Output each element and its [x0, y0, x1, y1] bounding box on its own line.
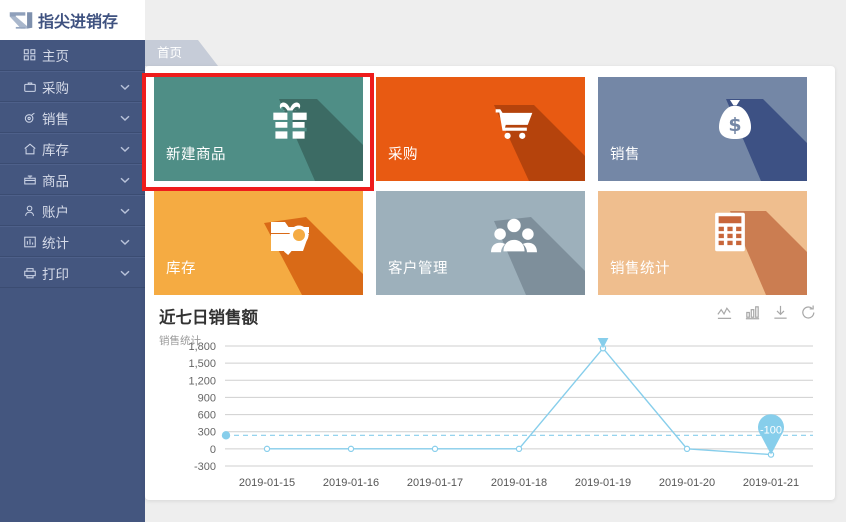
refresh-icon[interactable] [800, 304, 817, 321]
svg-text:1,200: 1,200 [188, 375, 216, 387]
tile-label: 销售 [610, 143, 640, 164]
bar-chart-icon [22, 234, 37, 249]
sidebar: 主页 采购 销售 [0, 40, 145, 522]
download-icon[interactable] [772, 304, 789, 321]
chevron-down-icon [119, 267, 131, 279]
user-icon [22, 203, 37, 218]
sidebar-item-label: 统计 [42, 232, 69, 252]
svg-text:$: $ [728, 114, 741, 136]
chevron-down-icon [119, 143, 131, 155]
sidebar-item-label: 销售 [42, 108, 69, 128]
sidebar-item-print[interactable]: 打印 [0, 257, 145, 288]
svg-text:2019-01-20: 2019-01-20 [659, 477, 715, 489]
sidebar-item-purchase[interactable]: 采购 [0, 71, 145, 102]
chevron-down-icon [119, 205, 131, 217]
svg-text:2019-01-17: 2019-01-17 [407, 477, 463, 489]
brand-header: 指尖进销存 [0, 0, 145, 40]
tile-shadow [598, 191, 807, 295]
svg-text:1,500: 1,500 [188, 358, 216, 370]
tab-home[interactable]: 首页 [145, 40, 198, 66]
tile-customer-management[interactable]: 客户管理 [376, 191, 585, 295]
tile-grid: 新建商品 采购 [154, 77, 826, 295]
sidebar-item-label: 主页 [42, 45, 69, 65]
calculator-icon [709, 207, 761, 259]
svg-text:0: 0 [210, 444, 216, 456]
svg-text:2019-01-19: 2019-01-19 [575, 477, 631, 489]
app-window: 指尖进销存 主页 采购 [0, 0, 846, 522]
chart-svg: -30003006009001,2001,5001,8001760-100201… [145, 338, 835, 500]
chevron-down-icon [119, 174, 131, 186]
printer-icon [22, 265, 37, 280]
tile-purchase[interactable]: 采购 [376, 77, 585, 181]
sales-line-chart: -30003006009001,2001,5001,8001760-100201… [145, 338, 835, 500]
tile-label: 销售统计 [610, 257, 670, 278]
tile-label: 库存 [166, 257, 196, 278]
tab-bar: 首页 [145, 40, 846, 66]
brand-name: 指尖进销存 [38, 8, 118, 32]
content-panel: 新建商品 采购 [145, 66, 835, 500]
tile-label: 新建商品 [166, 143, 226, 164]
svg-text:2019-01-18: 2019-01-18 [491, 477, 547, 489]
tile-label: 客户管理 [388, 257, 448, 278]
tile-shadow [376, 77, 585, 181]
top-strip [145, 0, 846, 40]
tile-shadow [376, 191, 585, 295]
sidebar-item-label: 库存 [42, 139, 69, 159]
sidebar-item-home[interactable]: 主页 [0, 40, 145, 71]
line-chart-icon[interactable] [716, 304, 733, 321]
tile-shadow [154, 77, 363, 181]
tile-label: 采购 [388, 143, 418, 164]
bar-chart-icon[interactable] [744, 304, 761, 321]
tile-sales[interactable]: $ 销售 [598, 77, 807, 181]
briefcase-icon [22, 79, 37, 94]
svg-text:2019-01-15: 2019-01-15 [239, 477, 295, 489]
zj-logo-icon [8, 9, 34, 31]
sidebar-item-sales[interactable]: 销售 [0, 102, 145, 133]
sidebar-item-goods[interactable]: 商品 [0, 164, 145, 195]
sidebar-item-label: 账户 [42, 201, 69, 221]
folder-search-icon [265, 213, 317, 265]
money-bag-icon: $ [711, 95, 763, 147]
home-icon [22, 141, 37, 156]
svg-text:900: 900 [198, 392, 216, 404]
svg-text:2019-01-21: 2019-01-21 [743, 477, 799, 489]
tile-sales-statistics[interactable]: 销售统计 [598, 191, 807, 295]
svg-text:-100: -100 [760, 425, 782, 437]
chart-title: 近七日销售额 [159, 304, 258, 328]
svg-text:300: 300 [198, 427, 216, 439]
users-icon [489, 213, 541, 265]
tile-new-product[interactable]: 新建商品 [154, 77, 363, 181]
sidebar-item-label: 采购 [42, 77, 69, 97]
chevron-down-icon [119, 112, 131, 124]
box-icon [22, 172, 37, 187]
chart-toolbox [716, 304, 817, 321]
tag-icon [22, 110, 37, 125]
svg-text:1,800: 1,800 [188, 341, 216, 353]
tile-shadow [154, 191, 363, 295]
sidebar-item-statistics[interactable]: 统计 [0, 226, 145, 257]
tile-shadow [598, 77, 807, 181]
cart-icon [489, 101, 541, 153]
gift-icon [265, 97, 317, 149]
svg-text:2019-01-16: 2019-01-16 [323, 477, 379, 489]
sidebar-item-account[interactable]: 账户 [0, 195, 145, 226]
svg-text:-300: -300 [194, 461, 216, 473]
svg-text:600: 600 [198, 410, 216, 422]
grid-icon [22, 48, 37, 63]
sidebar-item-inventory[interactable]: 库存 [0, 133, 145, 164]
sidebar-item-label: 商品 [42, 170, 69, 190]
chevron-down-icon [119, 81, 131, 93]
tile-inventory[interactable]: 库存 [154, 191, 363, 295]
chevron-down-icon [119, 236, 131, 248]
sidebar-item-label: 打印 [42, 263, 69, 283]
